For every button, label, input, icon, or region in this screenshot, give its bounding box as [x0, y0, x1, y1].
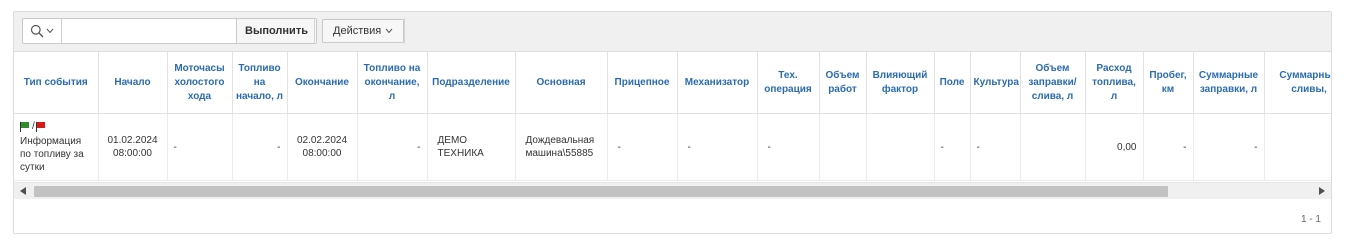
- cell-fuel-end: -: [357, 113, 428, 181]
- column-header-trailer[interactable]: Прицепное: [607, 52, 678, 114]
- scroll-right-arrow-icon[interactable]: [1319, 187, 1325, 195]
- cell-division: ДЕМО ТЕХНИКА: [427, 113, 516, 181]
- column-header-work-volume[interactable]: Объем работ: [819, 52, 867, 114]
- cell-end: 02.02.2024 08:00:00: [287, 113, 358, 181]
- toolbar-divider: [404, 18, 405, 44]
- go-button[interactable]: Выполнить: [236, 19, 316, 43]
- column-header-start[interactable]: Начало: [98, 52, 168, 114]
- table-header-row: Тип события Начало Моточасы холостого хо…: [14, 52, 1331, 114]
- cell-factor: [866, 113, 935, 181]
- cell-event-type: / Информация по топливу за сутки: [14, 113, 99, 181]
- report-table: Тип события Начало Моточасы холостого хо…: [14, 52, 1331, 181]
- column-header-total-drains[interactable]: Суммарные сливы,: [1264, 52, 1331, 114]
- interactive-report-panel: Выполнить Действия Тип события Начало Мо…: [13, 11, 1332, 234]
- search-column-selector[interactable]: [23, 19, 62, 43]
- flag-separator: /: [32, 121, 35, 132]
- cell-idle-hours: -: [167, 113, 233, 181]
- cell-fuel-start: -: [232, 113, 288, 181]
- column-header-event-type[interactable]: Тип события: [14, 52, 99, 114]
- column-header-refuel-volume[interactable]: Объем заправки/ слива, л: [1020, 52, 1086, 114]
- cell-crop: -: [970, 113, 1021, 181]
- event-flags: /: [20, 120, 92, 133]
- scrollbar-thumb[interactable]: [34, 186, 1168, 197]
- search-icon: [30, 24, 44, 38]
- scroll-left-arrow-icon[interactable]: [20, 187, 26, 195]
- column-header-crop[interactable]: Культура: [970, 52, 1021, 114]
- green-flag-icon: [20, 121, 31, 132]
- toolbar-divider: [314, 18, 315, 44]
- cell-mileage: -: [1143, 113, 1194, 181]
- cell-refuel-volume: [1020, 113, 1086, 181]
- cell-main: Дождевальная машина\55885: [515, 113, 608, 181]
- column-header-fuel-start[interactable]: Топливо на начало, л: [232, 52, 288, 114]
- actions-label: Действия: [333, 25, 382, 37]
- column-header-tech-operation[interactable]: Тех. операция: [757, 52, 820, 114]
- cell-total-drains: [1264, 113, 1331, 181]
- report-table-container: Тип события Начало Моточасы холостого хо…: [14, 52, 1331, 181]
- cell-fuel-consumption: 0,00: [1085, 113, 1144, 181]
- column-header-operator[interactable]: Механизатор: [677, 52, 758, 114]
- search-group: Выполнить: [22, 18, 317, 44]
- column-header-idle-hours[interactable]: Моточасы холостого хода: [167, 52, 233, 114]
- column-header-field[interactable]: Поле: [934, 52, 971, 114]
- cell-operator: -: [677, 113, 758, 181]
- red-flag-icon: [35, 121, 47, 132]
- horizontal-scrollbar[interactable]: [14, 182, 1331, 199]
- actions-menu-button[interactable]: Действия: [322, 19, 405, 43]
- column-header-total-refuels[interactable]: Суммарные заправки, л: [1193, 52, 1265, 114]
- column-header-division[interactable]: Подразделение: [427, 52, 516, 114]
- report-toolbar: Выполнить Действия: [14, 12, 1331, 52]
- cell-field: -: [934, 113, 971, 181]
- event-type-text: Информация по топливу за сутки: [20, 136, 84, 173]
- column-header-factor[interactable]: Влияющий фактор: [866, 52, 935, 114]
- chevron-down-icon: [46, 28, 54, 34]
- cell-work-volume: [819, 113, 867, 181]
- cell-start: 01.02.2024 08:00:00: [98, 113, 168, 181]
- column-header-fuel-consumption[interactable]: Расход топлива, л: [1085, 52, 1144, 114]
- cell-tech-operation: -: [757, 113, 820, 181]
- pagination-range: 1 - 1: [1300, 214, 1321, 225]
- table-row: / Информация по топливу за сутки 01.02.2…: [14, 113, 1331, 181]
- search-input[interactable]: [62, 19, 236, 43]
- column-header-end[interactable]: Окончание: [287, 52, 358, 114]
- column-header-mileage[interactable]: Пробег, км: [1143, 52, 1194, 114]
- chevron-down-icon: [385, 28, 393, 34]
- column-header-main[interactable]: Основная: [515, 52, 608, 114]
- cell-trailer: -: [607, 113, 678, 181]
- cell-total-refuels: -: [1193, 113, 1265, 181]
- column-header-fuel-end[interactable]: Топливо на окончание, л: [357, 52, 428, 114]
